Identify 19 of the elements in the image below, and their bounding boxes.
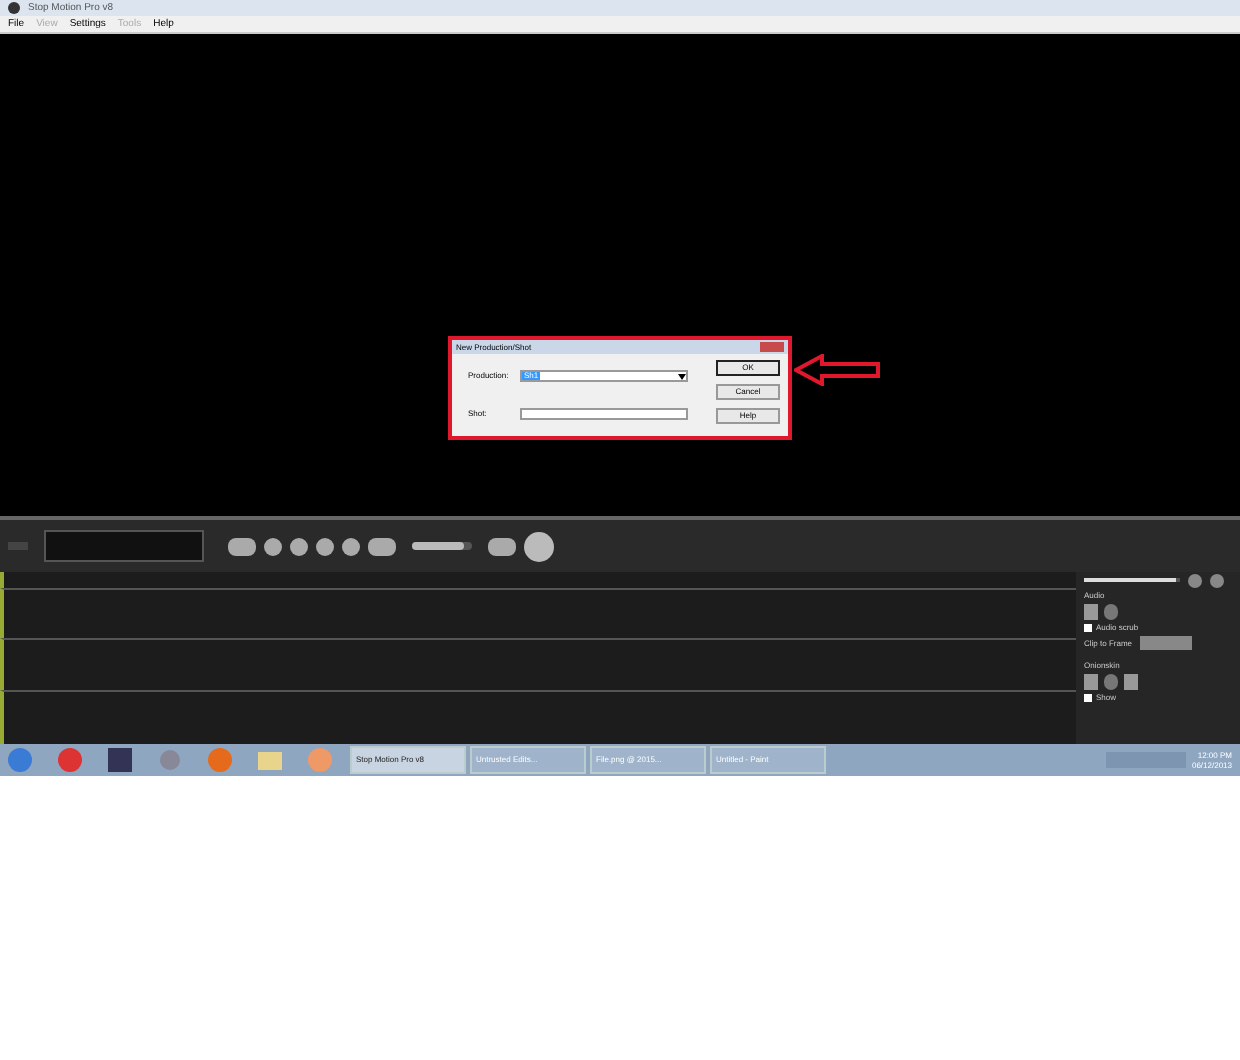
toolbar-button[interactable] bbox=[368, 537, 396, 555]
app-icon[interactable] bbox=[158, 748, 182, 772]
toolbar-button[interactable] bbox=[228, 537, 256, 555]
toolbar-button[interactable] bbox=[524, 531, 554, 561]
app-icon[interactable] bbox=[108, 748, 132, 772]
toolbar-button[interactable] bbox=[488, 537, 516, 555]
input-field[interactable] bbox=[520, 407, 688, 420]
app-icon[interactable] bbox=[208, 748, 232, 772]
slider-fill[interactable] bbox=[412, 542, 463, 550]
folder-icon[interactable] bbox=[258, 748, 282, 772]
app-icon bbox=[8, 2, 20, 14]
start-icon[interactable] bbox=[8, 748, 32, 772]
spin-field[interactable] bbox=[1140, 636, 1193, 650]
checkbox[interactable] bbox=[1084, 694, 1092, 702]
caret-icon bbox=[678, 373, 686, 380]
checkbox[interactable] bbox=[1084, 624, 1092, 632]
play-icon[interactable] bbox=[308, 748, 332, 772]
app-icon[interactable] bbox=[58, 748, 82, 772]
close-button[interactable] bbox=[760, 342, 784, 352]
